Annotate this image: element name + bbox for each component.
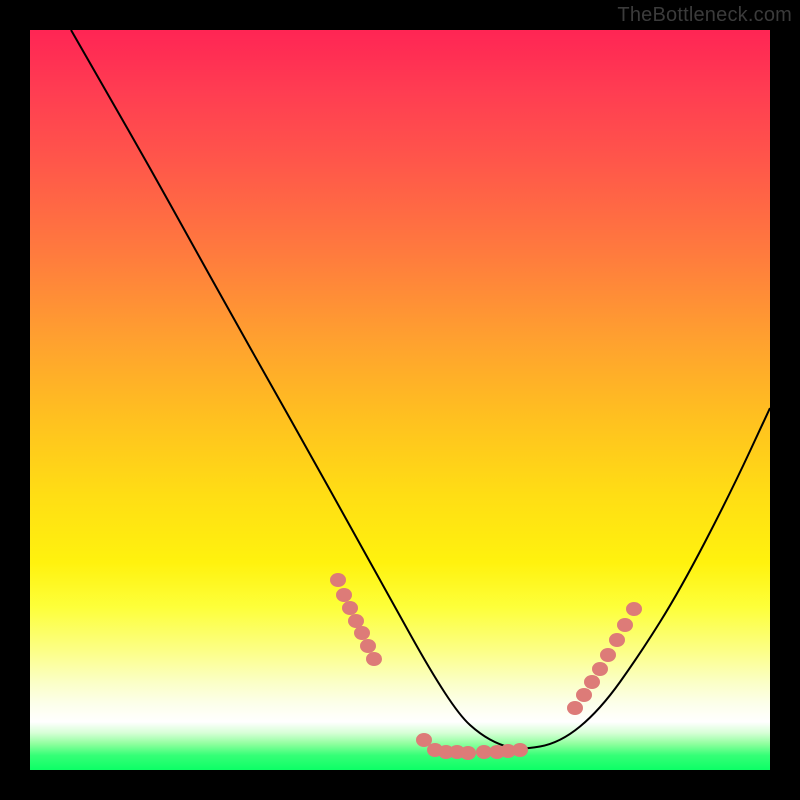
marker-dot: [512, 743, 528, 757]
marker-dot: [336, 588, 352, 602]
marker-dot: [617, 618, 633, 632]
marker-dot: [342, 601, 358, 615]
marker-dot: [354, 626, 370, 640]
marker-dot: [330, 573, 346, 587]
marker-dot: [609, 633, 625, 647]
marker-dot: [600, 648, 616, 662]
plot-svg: [30, 30, 770, 770]
marker-dot: [366, 652, 382, 666]
plot-area: [30, 30, 770, 770]
marker-dot: [592, 662, 608, 676]
marker-dot: [460, 746, 476, 760]
marker-dot: [567, 701, 583, 715]
attribution-label: TheBottleneck.com: [617, 4, 792, 27]
chart-stage: TheBottleneck.com: [0, 0, 800, 800]
marker-dot: [576, 688, 592, 702]
marker-dot: [626, 602, 642, 616]
marker-dot: [360, 639, 376, 653]
marker-dot: [348, 614, 364, 628]
curve-path: [71, 30, 770, 749]
marker-dot: [584, 675, 600, 689]
